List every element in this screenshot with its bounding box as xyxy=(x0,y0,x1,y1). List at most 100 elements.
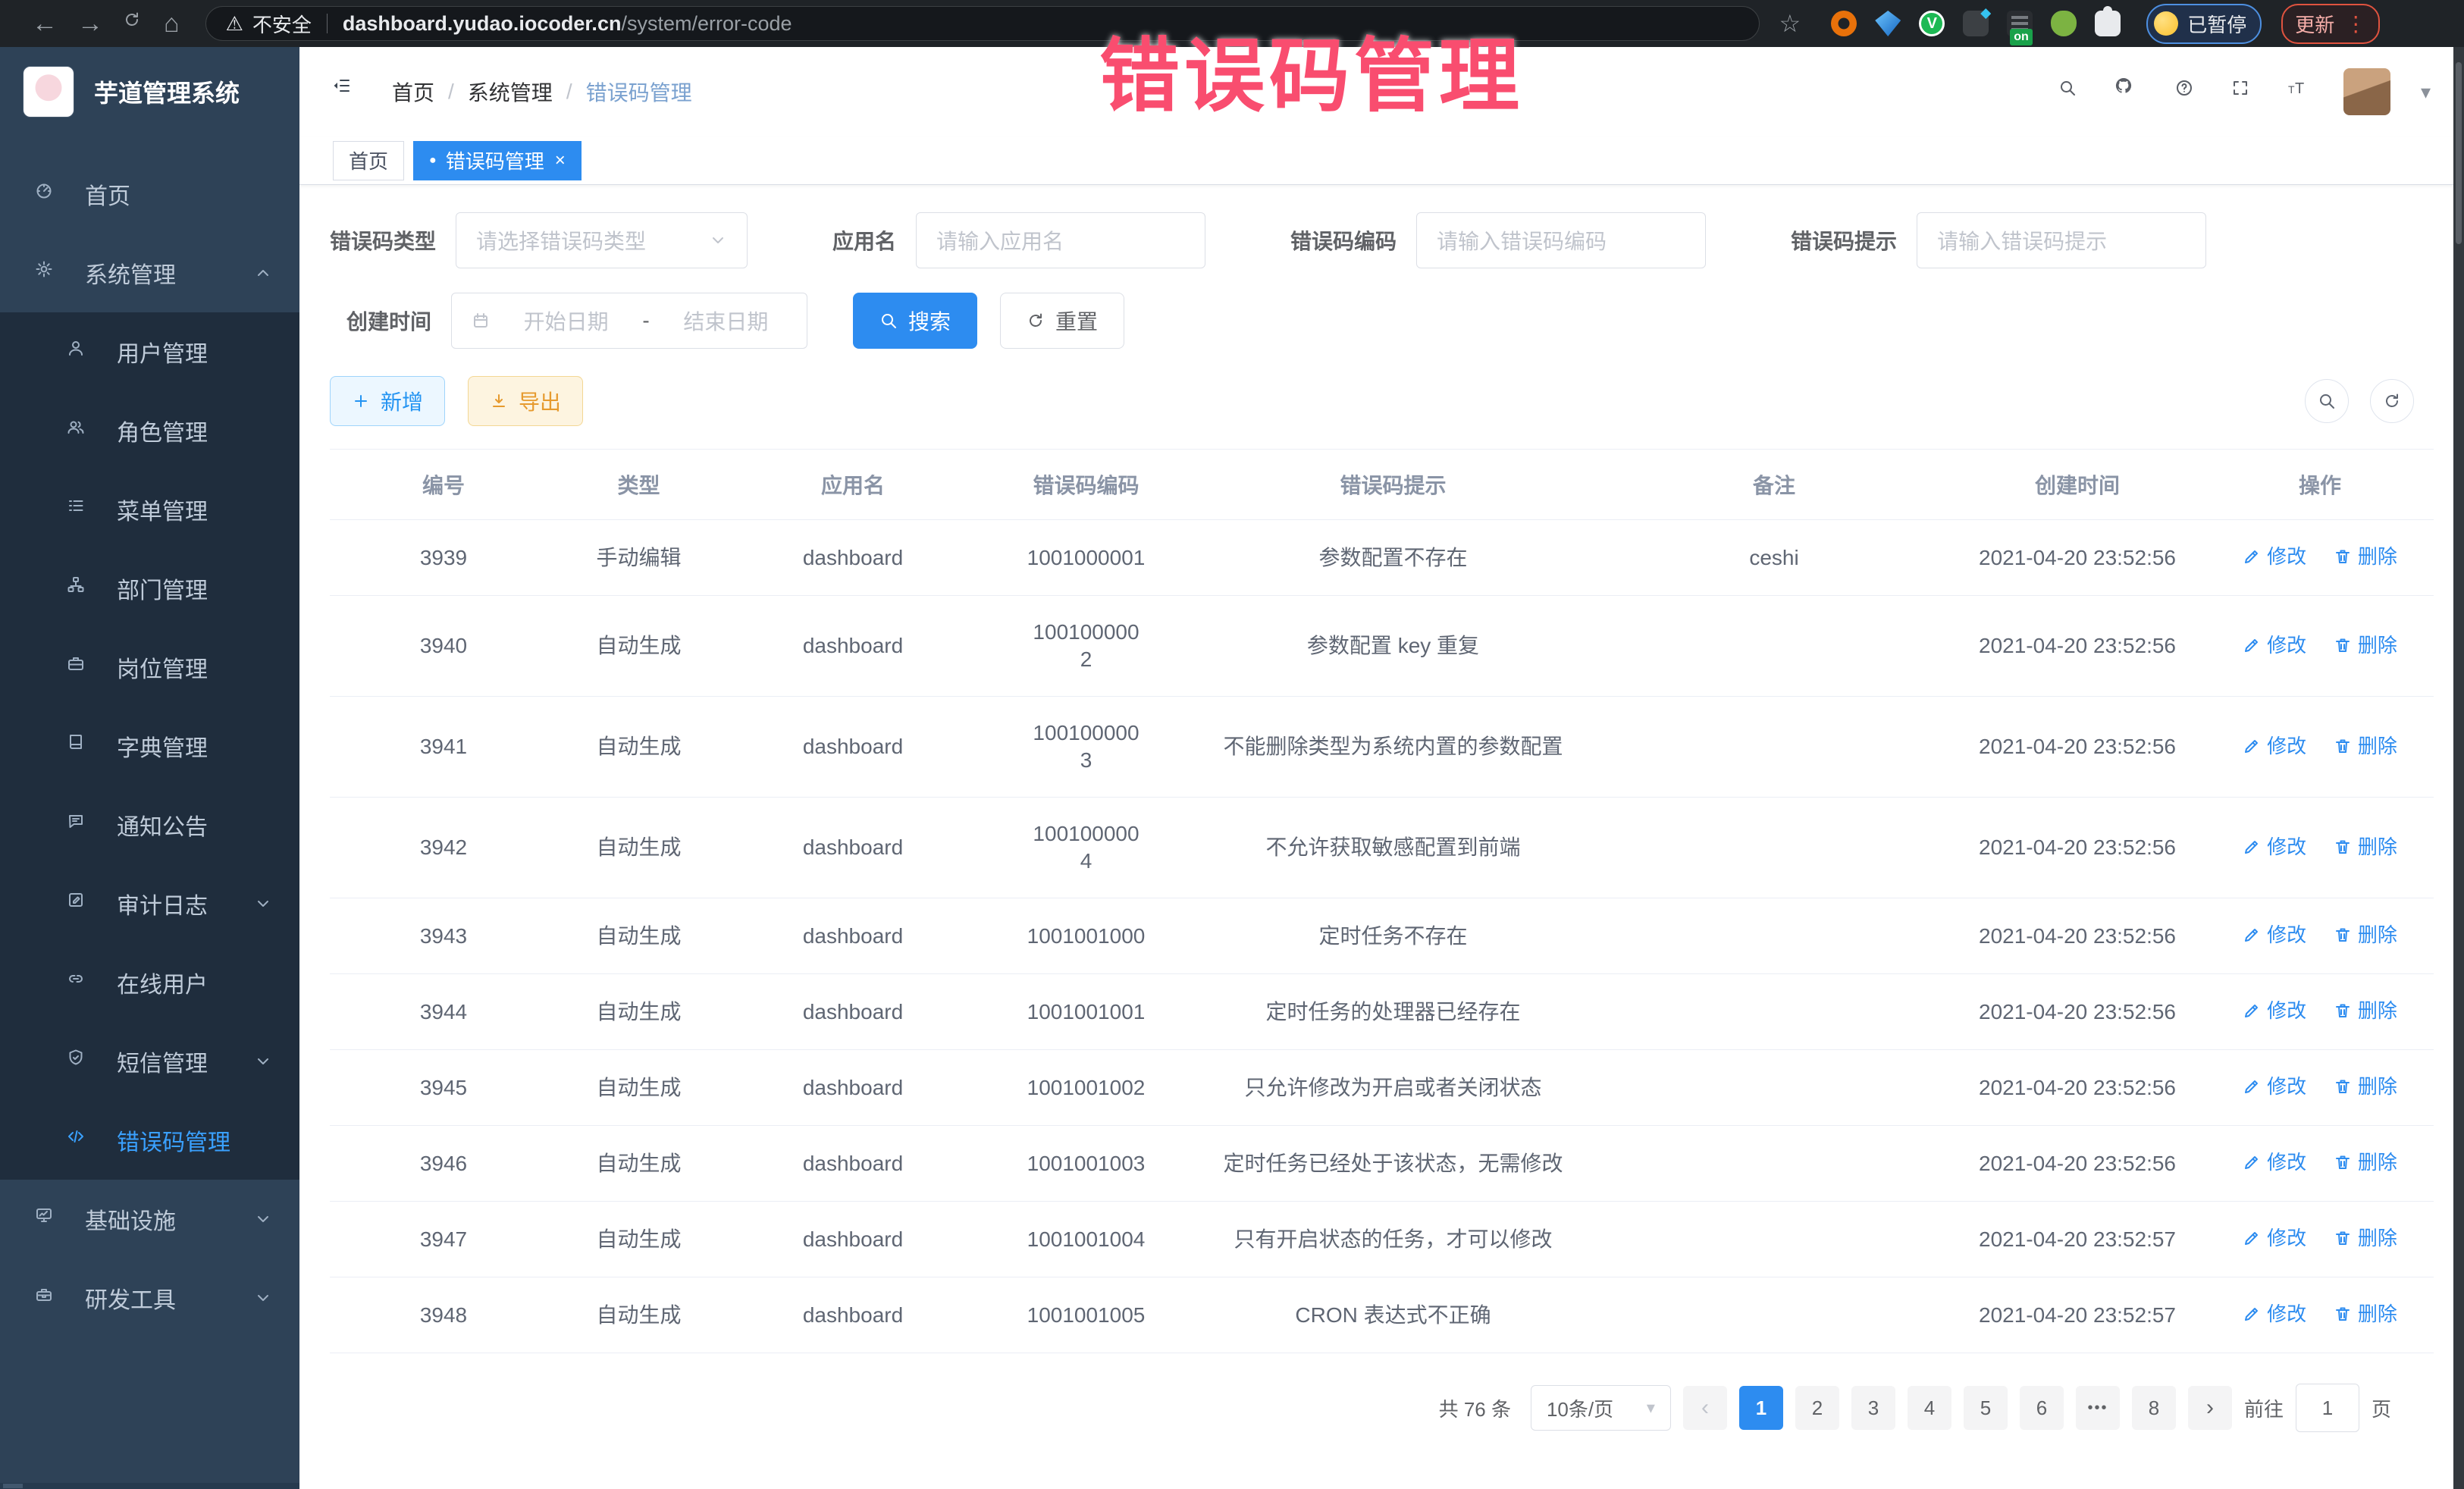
cell-time: 2021-04-20 23:52:56 xyxy=(1948,798,2206,898)
extension-on-badge: on xyxy=(2010,29,2033,45)
edit-link[interactable]: 修改 xyxy=(2243,997,2306,1024)
page-ellipsis-button[interactable]: ••• xyxy=(2076,1386,2120,1430)
delete-link[interactable]: 删除 xyxy=(2334,1073,2397,1100)
sidebar-item-menu-mgmt[interactable]: 菜单管理 xyxy=(0,470,299,549)
caret-down-icon[interactable]: ▾ xyxy=(2421,80,2431,104)
add-button[interactable]: 新增 xyxy=(330,376,445,426)
col-remark: 备注 xyxy=(1600,450,1948,520)
next-page-button[interactable]: › xyxy=(2188,1386,2232,1430)
cell-code: 1001001001 xyxy=(986,974,1187,1050)
delete-link[interactable]: 删除 xyxy=(2334,732,2397,760)
error-type-select[interactable]: 请选择错误码类型 xyxy=(456,212,748,268)
delete-link[interactable]: 删除 xyxy=(2334,1149,2397,1176)
reset-button[interactable]: 重置 xyxy=(1000,293,1124,349)
error-code-input[interactable]: 请输入错误码编码 xyxy=(1416,212,1706,268)
prev-page-button[interactable]: ‹ xyxy=(1683,1386,1727,1430)
edit-link[interactable]: 修改 xyxy=(2243,921,2306,948)
tab-close-icon[interactable]: × xyxy=(555,150,566,171)
sidebar-item-dev-tools[interactable]: 研发工具 xyxy=(0,1259,299,1337)
breadcrumb-system-mgmt[interactable]: 系统管理 xyxy=(468,77,553,107)
delete-link[interactable]: 删除 xyxy=(2334,997,2397,1024)
browser-menu-dots-icon[interactable]: ⋮ xyxy=(2345,11,2366,36)
sidebar-item-audit-log[interactable]: 审计日志 xyxy=(0,864,299,943)
tab-error-code[interactable]: ● 错误码管理 × xyxy=(413,141,582,180)
edit-link[interactable]: 修改 xyxy=(2243,632,2306,659)
delete-link[interactable]: 删除 xyxy=(2334,833,2397,860)
sidebar-item-dict-mgmt[interactable]: 字典管理 xyxy=(0,707,299,785)
page-button-3[interactable]: 3 xyxy=(1851,1386,1895,1430)
page-size-select[interactable]: 10条/页 ▾ xyxy=(1531,1385,1671,1431)
page-button-4[interactable]: 4 xyxy=(1908,1386,1951,1430)
browser-reload-icon[interactable] xyxy=(123,11,144,36)
user-avatar[interactable] xyxy=(2343,68,2390,115)
delete-link[interactable]: 删除 xyxy=(2334,543,2397,570)
page-button-6[interactable]: 6 xyxy=(2020,1386,2064,1430)
export-button[interactable]: 导出 xyxy=(468,376,583,426)
extension-key-icon[interactable] xyxy=(2051,11,2077,36)
sidebar-item-system-mgmt[interactable]: 系统管理 xyxy=(0,234,299,312)
delete-link[interactable]: 删除 xyxy=(2334,632,2397,659)
sidebar-item-infrastructure[interactable]: 基础设施 xyxy=(0,1180,299,1259)
extension-dark-icon[interactable] xyxy=(1963,11,1989,36)
extension-orange-icon[interactable] xyxy=(1831,11,1857,36)
edit-link[interactable]: 修改 xyxy=(2243,1149,2306,1176)
error-hint-input[interactable]: 请输入错误码提示 xyxy=(1917,212,2206,268)
help-icon[interactable] xyxy=(2175,79,2201,105)
sidebar-item-sms-mgmt[interactable]: 短信管理 xyxy=(0,1022,299,1101)
sidebar-item-role-mgmt[interactable]: 角色管理 xyxy=(0,391,299,470)
goto-page-input[interactable] xyxy=(2296,1384,2359,1432)
search-button[interactable]: 搜索 xyxy=(853,293,977,349)
extension-switch-icon[interactable]: on xyxy=(2007,11,2033,36)
edit-link[interactable]: 修改 xyxy=(2243,833,2306,860)
sidebar-item-notice[interactable]: 通知公告 xyxy=(0,785,299,864)
delete-link[interactable]: 删除 xyxy=(2334,1224,2397,1252)
extension-gem-icon[interactable] xyxy=(1875,11,1901,36)
search-icon[interactable] xyxy=(2058,79,2084,105)
page-button-1[interactable]: 1 xyxy=(1739,1386,1783,1430)
app-frame: 芋道管理系统 首页 系统管理 用户管理 角色管理 xyxy=(0,47,2464,1489)
table-row: 3947 自动生成 dashboard 1001001004 只有开启状态的任务… xyxy=(330,1202,2434,1277)
delete-link[interactable]: 删除 xyxy=(2334,921,2397,948)
tab-home[interactable]: 首页 xyxy=(333,141,404,180)
browser-back-icon[interactable]: ← xyxy=(32,11,58,36)
extensions-puzzle-icon[interactable] xyxy=(2095,11,2121,36)
page-button-5[interactable]: 5 xyxy=(1964,1386,2008,1430)
app-name-input[interactable]: 请输入应用名 xyxy=(916,212,1205,268)
edit-link[interactable]: 修改 xyxy=(2243,732,2306,760)
fullscreen-icon[interactable] xyxy=(2231,79,2257,105)
sidebar-item-home[interactable]: 首页 xyxy=(0,155,299,234)
bookmark-star-icon[interactable]: ☆ xyxy=(1779,9,1801,38)
roles-icon xyxy=(67,418,92,444)
sidebar-fold-icon[interactable] xyxy=(333,77,363,107)
github-icon[interactable] xyxy=(2114,77,2145,107)
sidebar-item-online-users[interactable]: 在线用户 xyxy=(0,943,299,1022)
profile-paused-badge[interactable]: 已暂停 xyxy=(2146,4,2262,44)
sidebar-item-dept-mgmt[interactable]: 部门管理 xyxy=(0,549,299,628)
cell-app: dashboard xyxy=(720,898,986,974)
refresh-table-button[interactable] xyxy=(2370,379,2414,423)
edit-link[interactable]: 修改 xyxy=(2243,543,2306,570)
edit-link[interactable]: 修改 xyxy=(2243,1300,2306,1328)
window-scrollbar[interactable] xyxy=(2453,47,2464,1489)
url-bar[interactable]: ⚠ 不安全 dashboard.yudao.iocoder.cn/system/… xyxy=(205,6,1760,41)
date-range-picker[interactable]: 开始日期 - 结束日期 xyxy=(451,293,807,349)
page-button-8[interactable]: 8 xyxy=(2132,1386,2176,1430)
edit-link[interactable]: 修改 xyxy=(2243,1224,2306,1252)
toggle-search-button[interactable] xyxy=(2305,379,2349,423)
cell-type: 自动生成 xyxy=(557,1050,720,1126)
browser-forward-icon[interactable]: → xyxy=(77,11,103,36)
extension-vue-devtools-icon[interactable]: V xyxy=(1919,11,1945,36)
sidebar-item-error-code-mgmt[interactable]: 错误码管理 xyxy=(0,1101,299,1180)
sidebar-logo-row[interactable]: 芋道管理系统 xyxy=(0,47,299,136)
browser-update-button[interactable]: 更新 ⋮ xyxy=(2281,4,2380,44)
breadcrumb-home[interactable]: 首页 xyxy=(392,77,434,107)
sidebar-item-user-mgmt[interactable]: 用户管理 xyxy=(0,312,299,391)
cell-actions: 修改 删除 xyxy=(2206,596,2434,697)
sidebar-item-post-mgmt[interactable]: 岗位管理 xyxy=(0,628,299,707)
sidebar-scrollbar[interactable] xyxy=(0,1483,299,1489)
delete-link[interactable]: 删除 xyxy=(2334,1300,2397,1328)
page-button-2[interactable]: 2 xyxy=(1795,1386,1839,1430)
font-size-icon[interactable] xyxy=(2287,79,2313,105)
edit-link[interactable]: 修改 xyxy=(2243,1073,2306,1100)
browser-home-icon[interactable]: ⌂ xyxy=(164,11,180,36)
